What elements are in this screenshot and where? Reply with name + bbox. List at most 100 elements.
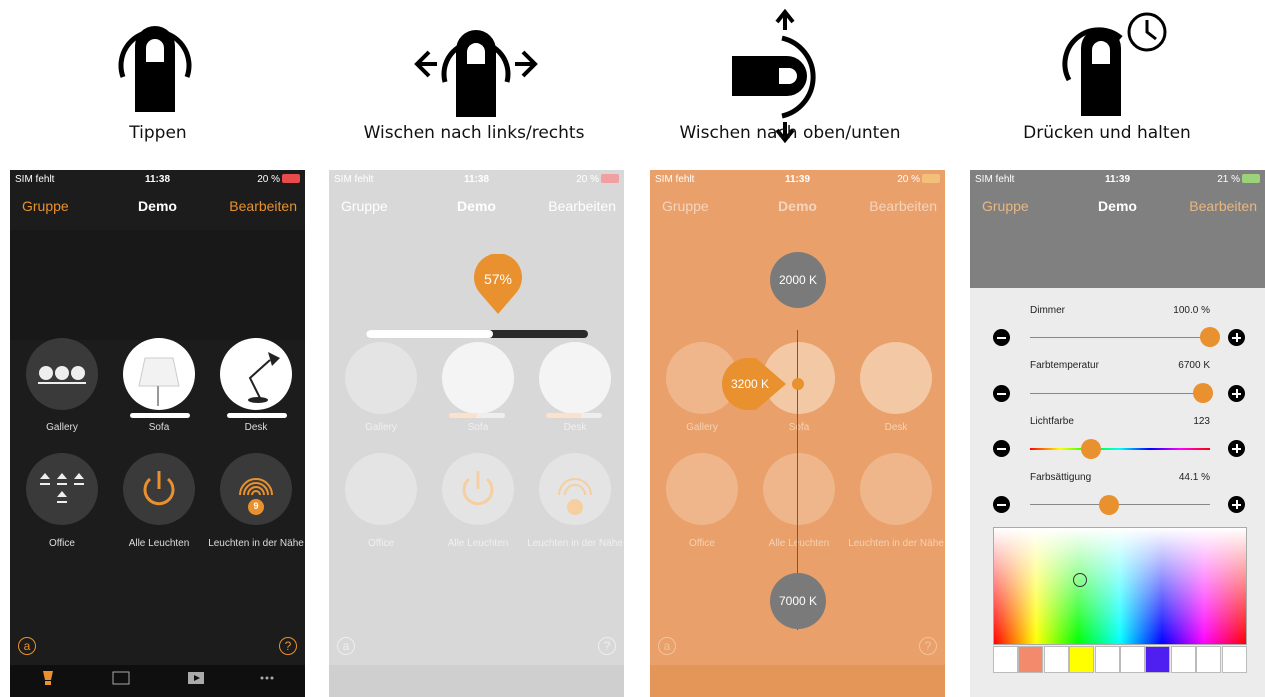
account-icon[interactable]: a xyxy=(658,637,676,655)
tile-all-lights[interactable] xyxy=(442,453,514,525)
color-swatch[interactable] xyxy=(1221,646,1247,673)
color-knob[interactable] xyxy=(1081,439,1102,459)
status-bar: SIM fehlt 11:38 20 % xyxy=(10,170,305,190)
power-icon xyxy=(143,471,175,506)
tile-nearby[interactable]: 9 xyxy=(220,453,292,525)
sofa-brightness-bar[interactable] xyxy=(130,413,190,418)
color-swatch[interactable] xyxy=(1018,646,1044,673)
temperature-handle[interactable] xyxy=(792,378,804,390)
gesture-caption: Drücken und halten xyxy=(1023,123,1191,143)
tile-label: Alle Leuchten xyxy=(447,538,509,549)
color-swatch[interactable] xyxy=(1145,646,1171,673)
tab-bar xyxy=(10,665,305,697)
battery-label: 20 % xyxy=(576,174,619,185)
color-picker[interactable] xyxy=(993,527,1247,645)
tile-desk[interactable] xyxy=(860,342,932,414)
tile-label: Alle Leuchten xyxy=(768,538,830,549)
temp-slider[interactable] xyxy=(1030,393,1210,394)
tile-sofa[interactable] xyxy=(123,338,195,410)
dimmer-plus-button[interactable] xyxy=(1228,329,1245,346)
account-icon[interactable]: a xyxy=(18,637,36,655)
temp-current-label: 3200 K xyxy=(730,377,770,391)
brightness-fill xyxy=(366,330,493,338)
color-swatch[interactable] xyxy=(993,646,1018,673)
tile-office[interactable] xyxy=(345,453,417,525)
tile-label: Desk xyxy=(884,422,908,433)
tile-gallery[interactable] xyxy=(345,342,417,414)
saturation-knob[interactable] xyxy=(1099,495,1120,515)
temp-minus-button[interactable] xyxy=(993,385,1010,402)
saturation-plus-button[interactable] xyxy=(1228,496,1245,513)
battery-icon xyxy=(282,174,300,183)
dimmer-slider[interactable] xyxy=(1030,337,1210,338)
color-swatch[interactable] xyxy=(1196,646,1222,673)
color-picker-cursor[interactable] xyxy=(1073,573,1087,587)
temp-plus-button[interactable] xyxy=(1228,385,1245,402)
phone-swipe-ud: SIM fehlt 11:39 20 % Gruppe Demo Bearbei… xyxy=(650,170,945,697)
tile-nearby[interactable] xyxy=(539,453,611,525)
edit-button[interactable]: Bearbeiten xyxy=(229,198,297,214)
color-swatch[interactable] xyxy=(1170,646,1196,673)
color-swatch[interactable] xyxy=(1069,646,1095,673)
brightness-slider[interactable] xyxy=(366,330,588,338)
tile-desk[interactable] xyxy=(539,342,611,414)
gesture-tap: Tippen xyxy=(0,0,316,160)
dimmer-minus-button[interactable] xyxy=(993,329,1010,346)
temp-value: 6700 K xyxy=(1178,360,1210,371)
tile-gallery[interactable] xyxy=(26,338,98,410)
battery-label: 20 % xyxy=(257,174,300,185)
tile-all-lights[interactable] xyxy=(123,453,195,525)
dimmer-value: 100.0 % xyxy=(1173,305,1210,316)
more-tab-icon xyxy=(260,676,274,680)
dimmer-knob[interactable] xyxy=(1200,327,1220,347)
light-group-icon xyxy=(40,473,84,503)
tile-desk[interactable] xyxy=(220,338,292,410)
help-icon[interactable]: ? xyxy=(919,637,937,655)
press-and-hold-icon xyxy=(1062,12,1167,116)
color-minus-button[interactable] xyxy=(993,440,1010,457)
tile-sofa[interactable] xyxy=(442,342,514,414)
color-swatch[interactable] xyxy=(1043,646,1069,673)
dimmer-label: Dimmer xyxy=(1030,305,1065,316)
status-bar: SIM fehlt 11:39 21 % xyxy=(970,170,1265,190)
gesture-caption: Wischen nach oben/unten xyxy=(679,123,901,143)
tile-label: Desk xyxy=(563,422,587,433)
saturation-minus-button[interactable] xyxy=(993,496,1010,513)
color-slider[interactable] xyxy=(1030,448,1210,450)
video-tab-icon xyxy=(188,672,204,684)
desk-brightness-bar[interactable] xyxy=(546,413,602,418)
help-icon[interactable]: ? xyxy=(598,637,616,655)
saturation-slider[interactable] xyxy=(1030,504,1210,505)
tile-office[interactable] xyxy=(666,453,738,525)
tab-bar xyxy=(650,665,945,697)
edit-button[interactable]: Bearbeiten xyxy=(548,198,616,214)
gesture-caption: Tippen xyxy=(129,123,187,143)
desk-brightness-bar[interactable] xyxy=(227,413,287,418)
tile-label: Sofa xyxy=(148,422,170,433)
tile-label: Sofa xyxy=(788,422,810,433)
tile-label: Sofa xyxy=(467,422,489,433)
color-plus-button[interactable] xyxy=(1228,440,1245,457)
power-icon xyxy=(462,471,494,506)
account-icon[interactable]: a xyxy=(337,637,355,655)
phone-press-hold: SIM fehlt 11:39 21 % Gruppe Demo Bearbei… xyxy=(970,170,1265,697)
header-area xyxy=(10,230,305,340)
swipe-left-right-icon xyxy=(414,30,538,117)
tile-office[interactable] xyxy=(26,453,98,525)
battery-label: 21 % xyxy=(1217,174,1260,185)
tile-label: Office xyxy=(689,538,715,549)
edit-button[interactable]: Bearbeiten xyxy=(1189,198,1257,214)
help-icon[interactable]: ? xyxy=(279,637,297,655)
color-swatch[interactable] xyxy=(1120,646,1145,673)
tile-label: Gallery xyxy=(686,422,718,433)
tile-all-lights[interactable] xyxy=(763,453,835,525)
sofa-brightness-bar[interactable] xyxy=(449,413,505,418)
phone-tap: SIM fehlt 11:38 20 % Gruppe Demo Bearbei… xyxy=(10,170,305,697)
edit-button[interactable]: Bearbeiten xyxy=(869,198,937,214)
tile-nearby[interactable] xyxy=(860,453,932,525)
temp-knob[interactable] xyxy=(1192,383,1213,403)
three-lights-icon xyxy=(38,366,86,384)
color-swatch[interactable] xyxy=(1094,646,1120,673)
scenes-tab-icon xyxy=(112,671,130,685)
percent-label: 57% xyxy=(483,271,513,287)
